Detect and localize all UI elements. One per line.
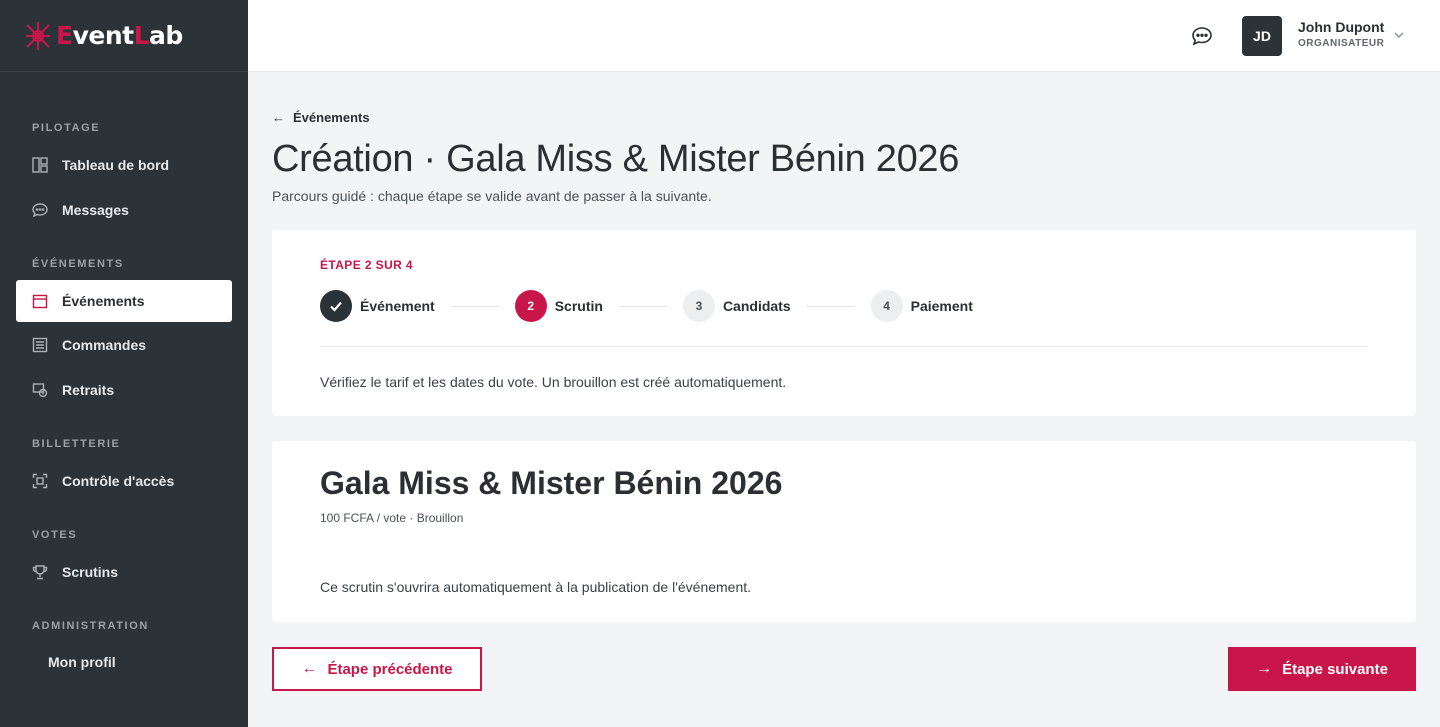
- arrow-left-icon: ←: [301, 660, 318, 677]
- step-name: Événement: [360, 298, 435, 314]
- chat-icon: [32, 202, 48, 218]
- sidebar: EventLab PILOTAGE Tableau de bord Messag…: [0, 0, 248, 727]
- arrow-right-icon: →: [1256, 660, 1273, 677]
- sidebar-item-label: Contrôle d'accès: [62, 473, 175, 489]
- next-step-label: Étape suivante: [1282, 660, 1388, 678]
- chat-icon[interactable]: [1191, 25, 1213, 47]
- user-name[interactable]: John Dupont: [1298, 19, 1384, 35]
- step-number: 3: [682, 290, 715, 322]
- page-subtitle: Parcours guidé : chaque étape se valide …: [272, 188, 712, 204]
- step-connector: [450, 305, 499, 307]
- stepper-card: ÉTAPE 2 SUR 4 Événement 2 Scrutin 3 Cand…: [272, 230, 1416, 416]
- ballot-title: Gala Miss & Mister Bénin 2026: [320, 465, 783, 501]
- sidebar-item-access-control[interactable]: Contrôle d'accès: [16, 460, 232, 502]
- step-number: 4: [870, 290, 903, 322]
- stepper: Événement 2 Scrutin 3 Candidats 4 Paieme…: [320, 290, 973, 322]
- trophy-icon: [32, 564, 48, 580]
- sidebar-item-dashboard[interactable]: Tableau de bord: [16, 144, 232, 186]
- step-event[interactable]: Événement: [320, 290, 435, 322]
- sidebar-item-label: Commandes: [62, 337, 147, 353]
- step-payment[interactable]: 4 Paiement: [870, 290, 973, 322]
- sidebar-item-events[interactable]: Événements: [16, 280, 232, 322]
- dashboard-icon: [32, 157, 48, 173]
- topbar: JD John Dupont ORGANISATEUR: [248, 0, 1440, 72]
- nav-section-votes: VOTES: [32, 529, 78, 541]
- nav-section-administration: ADMINISTRATION: [32, 620, 149, 632]
- sidebar-item-label: Tableau de bord: [62, 157, 170, 173]
- brand-name: EventLab: [56, 21, 183, 50]
- sidebar-item-label: Messages: [62, 202, 129, 218]
- sidebar-item-messages[interactable]: Messages: [16, 189, 232, 231]
- calendar-icon: [32, 293, 48, 309]
- previous-step-button[interactable]: ← Étape précédente: [272, 647, 482, 691]
- sidebar-item-label: Mon profil: [48, 654, 116, 670]
- step-name: Scrutin: [554, 298, 603, 314]
- step-name: Paiement: [910, 298, 973, 314]
- ballot-meta: 100 FCFA / vote · Brouillon: [320, 511, 464, 525]
- sidebar-item-label: Retraits: [62, 382, 115, 398]
- divider: [320, 346, 1368, 347]
- sidebar-item-ballots[interactable]: Scrutins: [16, 551, 232, 593]
- ballot-note: Ce scrutin s'ouvrira automatiquement à l…: [320, 579, 752, 595]
- step-counter: ÉTAPE 2 SUR 4: [320, 258, 414, 272]
- step-name: Candidats: [722, 298, 791, 314]
- chevron-down-icon[interactable]: [1392, 28, 1406, 42]
- avatar[interactable]: JD: [1242, 16, 1282, 56]
- page-title: Création · Gala Miss & Mister Bénin 2026: [272, 138, 960, 180]
- sidebar-item-profile[interactable]: Mon profil: [16, 641, 232, 683]
- sidebar-item-withdrawals[interactable]: Retraits: [16, 369, 232, 411]
- check-icon: [320, 290, 352, 322]
- withdrawal-icon: [32, 382, 48, 398]
- nav-section-billetterie: BILLETTERIE: [32, 438, 121, 450]
- back-link[interactable]: ← Événements: [272, 110, 370, 125]
- scan-icon: [32, 473, 48, 489]
- nav-section-evenements: ÉVÉNEMENTS: [32, 258, 124, 270]
- step-number: 2: [514, 290, 547, 322]
- sidebar-item-label: Événements: [62, 293, 145, 309]
- next-step-button[interactable]: → Étape suivante: [1228, 647, 1416, 691]
- brand-logo[interactable]: EventLab: [0, 0, 248, 72]
- user-role: ORGANISATEUR: [1298, 38, 1385, 49]
- step-candidates[interactable]: 3 Candidats: [682, 290, 791, 322]
- nav-section-pilotage: PILOTAGE: [32, 122, 101, 134]
- back-link-label: Événements: [293, 110, 370, 125]
- step-connector: [618, 305, 667, 307]
- logo-mark-icon: [24, 20, 52, 52]
- step-connector: [806, 305, 855, 307]
- sidebar-item-orders[interactable]: Commandes: [16, 324, 232, 366]
- ballot-detail-card: Gala Miss & Mister Bénin 2026 100 FCFA /…: [272, 441, 1416, 622]
- previous-step-label: Étape précédente: [327, 660, 453, 678]
- step-ballot[interactable]: 2 Scrutin: [514, 290, 603, 322]
- orders-icon: [32, 337, 48, 353]
- arrow-left-icon: ←: [272, 110, 285, 125]
- step-description: Vérifiez le tarif et les dates du vote. …: [320, 374, 787, 390]
- sidebar-item-label: Scrutins: [62, 564, 119, 580]
